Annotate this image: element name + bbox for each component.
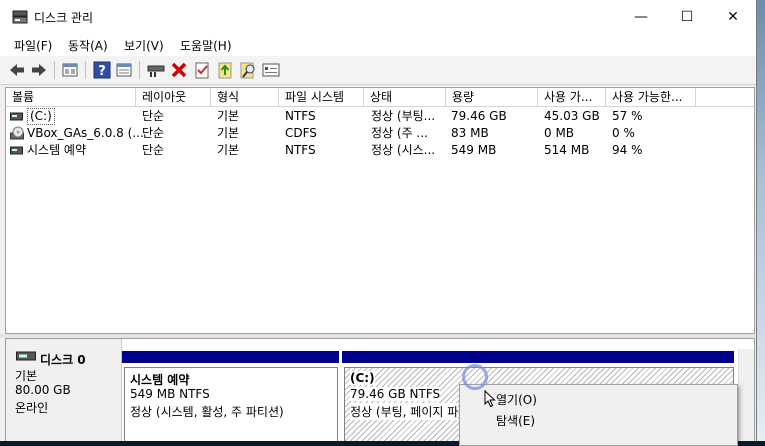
cell-type: 기본	[217, 109, 240, 123]
cell-capacity: 549 MB	[451, 143, 497, 157]
volume-list[interactable]: 볼륨 레이아웃 형식 파일 시스템 상태 용량 사용 가... 사용 가능한..…	[5, 87, 755, 334]
disk-management-window: 디스크 관리 — ☐ ✕ 파일(F) 동작(A) 보기(V) 도움말(H) ? …	[0, 0, 757, 441]
cell-type: 기본	[217, 143, 240, 157]
svg-text:?: ?	[98, 64, 106, 79]
column-header-free-percent[interactable]: 사용 가능한...	[606, 88, 696, 107]
delete-icon[interactable]	[169, 60, 189, 80]
cell-filesystem: NTFS	[285, 109, 316, 123]
cell-volume: VBox_GAs_6.0.8 (...	[27, 126, 144, 140]
column-header-type[interactable]: 형식	[211, 88, 279, 107]
cell-capacity: 79.46 GB	[451, 109, 507, 123]
drive-icon	[10, 146, 23, 155]
cell-volume: 시스템 예약	[27, 143, 87, 157]
minimize-button[interactable]: —	[618, 0, 664, 34]
partition-name: 시스템 예약	[130, 373, 190, 387]
column-header-capacity[interactable]: 용량	[446, 88, 538, 107]
cell-status: 정상 (시스...	[371, 143, 436, 157]
partition-bar-system-reserved	[122, 351, 339, 363]
help-icon[interactable]: ?	[92, 60, 112, 80]
column-header-layout[interactable]: 레이아웃	[136, 88, 211, 107]
window-title: 디스크 관리	[34, 11, 94, 25]
cell-layout: 단순	[142, 109, 165, 123]
connect-icon[interactable]	[146, 60, 166, 80]
toolbar: ?	[0, 56, 756, 85]
column-header-filesystem[interactable]: 파일 시스템	[279, 88, 364, 107]
cell-free-space: 514 MB	[544, 143, 590, 157]
cell-free-percent: 57 %	[612, 109, 643, 123]
import-icon[interactable]	[215, 60, 235, 80]
disk-state: 온라인	[15, 401, 49, 415]
graph-scrollbar[interactable]	[738, 349, 754, 441]
menu-view[interactable]: 보기(V)	[124, 37, 164, 54]
column-header-volume[interactable]: 볼륨	[6, 88, 136, 107]
partition-bar-c	[342, 351, 734, 363]
cell-free-space: 45.03 GB	[544, 109, 600, 123]
cell-filesystem: CDFS	[285, 126, 317, 140]
title-bar: 디스크 관리 — ☐ ✕	[0, 0, 756, 34]
partition-status: 정상 (시스템, 활성, 주 파티션)	[130, 405, 284, 419]
toolbar-separator	[85, 61, 86, 79]
cell-free-percent: 94 %	[612, 143, 643, 157]
table-row[interactable]: 시스템 예약 단순 기본 NTFS 정상 (시스... 549 MB 514 M…	[6, 142, 754, 159]
column-header-spacer	[696, 88, 754, 107]
busy-ring-icon	[462, 364, 488, 390]
cell-volume: (C:)	[27, 108, 55, 125]
menu-action[interactable]: 동작(A)	[68, 37, 108, 54]
desktop-background-strip	[756, 0, 765, 441]
cell-layout: 단순	[142, 143, 165, 157]
partition-size: 79.46 GB NTFS	[350, 387, 441, 401]
cell-free-space: 0 MB	[544, 126, 575, 140]
maximize-icon: ☐	[680, 9, 694, 25]
disk-icon	[16, 351, 36, 361]
back-icon[interactable]	[7, 60, 27, 80]
context-menu-explore[interactable]: 탐색(E)	[496, 412, 535, 429]
column-header-status[interactable]: 상태	[364, 88, 446, 107]
partition-name: (C:)	[350, 371, 375, 385]
view-icon[interactable]	[114, 60, 134, 80]
cell-filesystem: NTFS	[285, 143, 316, 157]
context-menu: 열기(O) 탐색(E)	[459, 384, 738, 446]
rescan-icon[interactable]	[261, 60, 281, 80]
cell-status: 정상 (주 ...	[371, 126, 428, 140]
cell-layout: 단순	[142, 126, 165, 140]
menu-help[interactable]: 도움말(H)	[180, 37, 232, 54]
toolbar-separator	[139, 61, 140, 79]
disk0-label[interactable]: 디스크 0 기본 80.00 GB 온라인	[6, 339, 122, 441]
context-menu-open[interactable]: 열기(O)	[496, 391, 537, 408]
cell-capacity: 83 MB	[451, 126, 489, 140]
disk-management-icon	[12, 10, 28, 24]
partition-system-reserved[interactable]: 시스템 예약 549 MB NTFS 정상 (시스템, 활성, 주 파티션)	[124, 367, 338, 441]
column-header-free-space[interactable]: 사용 가...	[538, 88, 606, 107]
table-row[interactable]: VBox_GAs_6.0.8 (... 단순 기본 CDFS 정상 (주 ...…	[6, 125, 754, 142]
table-row[interactable]: (C:) 단순 기본 NTFS 정상 (부팅... 79.46 GB 45.03…	[6, 108, 754, 125]
cd-drive-icon	[10, 126, 24, 140]
check-icon[interactable]	[192, 60, 212, 80]
mouse-cursor-icon	[484, 390, 496, 408]
menu-file[interactable]: 파일(F)	[14, 37, 52, 54]
forward-icon[interactable]	[29, 60, 49, 80]
minimize-icon: —	[634, 9, 648, 25]
drive-icon	[10, 112, 23, 121]
partition-size: 549 MB NTFS	[130, 387, 210, 401]
cell-status: 정상 (부팅...	[371, 109, 436, 123]
close-icon: ✕	[727, 9, 739, 25]
partition-status: 정상 (부팅, 페이지 파	[350, 403, 459, 420]
disk-size: 80.00 GB	[15, 383, 71, 397]
maximize-button[interactable]: ☐	[664, 0, 710, 34]
toolbar-separator	[54, 61, 55, 79]
search-icon[interactable]	[238, 60, 258, 80]
properties-icon[interactable]	[60, 60, 80, 80]
cell-free-percent: 0 %	[612, 126, 635, 140]
disk-name: 디스크 0	[40, 353, 86, 367]
cell-type: 기본	[217, 126, 240, 140]
disk-kind: 기본	[15, 369, 38, 383]
menu-bar: 파일(F) 동작(A) 보기(V) 도움말(H)	[0, 34, 756, 56]
close-button[interactable]: ✕	[710, 0, 756, 34]
